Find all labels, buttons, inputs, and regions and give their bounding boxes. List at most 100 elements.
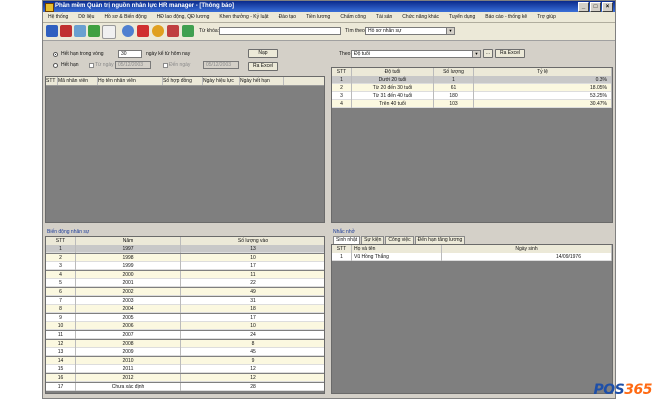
within-days-radio[interactable] — [53, 52, 58, 57]
table-row[interactable]: 4 2000 11 — [46, 270, 324, 279]
table-cell: 2004 — [76, 305, 181, 314]
menu-item-du-lieu[interactable]: Dữ liệu — [73, 14, 99, 20]
table-cell: 2001 — [76, 279, 181, 288]
days-input[interactable]: 30 — [118, 50, 142, 58]
expired-radio[interactable] — [53, 63, 58, 68]
table-cell: 11 — [181, 271, 324, 279]
table-row[interactable]: 17 Chưa xác định 28 — [46, 382, 324, 391]
menu-item-khen-thuong[interactable]: Khen thưởng - Kỷ luật — [214, 14, 273, 20]
table-cell: 12 — [181, 365, 324, 373]
table-row[interactable]: 8 2004 18 — [46, 305, 324, 314]
minimize-button[interactable]: _ — [578, 2, 589, 12]
menu-item-tai-san[interactable]: Tài sản — [371, 14, 397, 20]
table-cell: 8 — [181, 340, 324, 348]
menu-item-bao-cao[interactable]: Báo cáo - thống kê — [480, 14, 532, 20]
table-row[interactable]: 5 2001 22 — [46, 279, 324, 288]
movement-caption: Biến động nhân sự — [47, 229, 90, 235]
menu-item-he-thong[interactable]: Hệ thống — [43, 14, 73, 20]
from-date-label: Từ ngày — [95, 62, 114, 68]
table-row[interactable]: 9 2005 17 — [46, 313, 324, 322]
table-row[interactable]: 14 2010 9 — [46, 356, 324, 365]
more-button[interactable]: ... — [483, 49, 493, 58]
column-header: Độ tuổi — [352, 68, 434, 76]
menu-item-tro-giup[interactable]: Trợ giúp — [532, 14, 561, 20]
table-cell: 14 — [46, 356, 76, 365]
table-cell: 11 — [46, 331, 76, 339]
table-row[interactable]: 11 2007 24 — [46, 331, 324, 339]
from-date-checkbox[interactable] — [89, 63, 94, 68]
menu-item-chuc-nang-khac[interactable]: Chức năng khác — [397, 14, 444, 20]
expired-label: Hết hạn — [61, 62, 79, 68]
tab-events[interactable]: Sự kiện — [361, 236, 385, 244]
table-cell: 22 — [181, 279, 324, 287]
load-button[interactable]: Nạp — [248, 49, 278, 58]
menu-item-ho-so[interactable]: Hồ sơ & Biến động — [99, 14, 151, 20]
tab-tasks[interactable]: Công việc — [385, 236, 414, 244]
table-row[interactable]: 1 Vũ Hồng Thắng 14/09/1976 — [332, 253, 612, 261]
app-window: Phần mềm Quản trị nguồn nhân lực HR mana… — [42, 0, 616, 399]
book-icon[interactable] — [60, 25, 72, 37]
table-cell: 10 — [46, 322, 76, 331]
search-by-select[interactable]: Hồ sơ nhân sự ▼ — [365, 27, 455, 35]
column-header: Họ và tên — [352, 245, 442, 253]
window-title: Phần mềm Quản trị nguồn nhân lực HR mana… — [55, 3, 235, 9]
menu-item-tien-luong[interactable]: Tiền lương — [301, 14, 335, 20]
contract-icon[interactable] — [88, 25, 100, 37]
globe-icon[interactable] — [122, 25, 134, 37]
table-row[interactable]: 15 2011 12 — [46, 365, 324, 374]
column-header: STT — [332, 245, 352, 253]
document-icon[interactable] — [74, 25, 86, 37]
reminder-grid[interactable]: STT Họ và tên Ngày sinh 1 Vũ Hồng Thắng … — [331, 244, 613, 394]
table-row[interactable]: 2 1998 10 — [46, 253, 324, 262]
table-row[interactable]: 3 1999 17 — [46, 262, 324, 271]
staff-icon[interactable] — [46, 25, 58, 37]
maximize-button[interactable]: □ — [590, 2, 601, 12]
table-row[interactable]: 6 2002 49 — [46, 288, 324, 296]
menu-item-hop-dong[interactable]: HĐ lao động, QĐ lương — [152, 14, 215, 20]
calendar-icon[interactable] — [137, 25, 149, 37]
age-export-button[interactable]: Ra Excel — [495, 49, 525, 58]
table-cell: 24 — [181, 331, 324, 339]
table-row[interactable]: 10 2006 10 — [46, 322, 324, 331]
age-by-label: Theo — [339, 51, 351, 57]
table-row[interactable]: 16 2012 12 — [46, 374, 324, 382]
table-row[interactable]: 12 2008 8 — [46, 339, 324, 348]
table-cell: 17 — [46, 382, 76, 391]
table-cell: 12 — [46, 339, 76, 348]
blank-page-icon[interactable] — [102, 25, 116, 39]
menu-item-dao-tao[interactable]: Đào tạo — [274, 14, 302, 20]
table-row[interactable]: 3 Từ 31 đến 40 tuổi 180 53.25% — [332, 92, 612, 100]
table-row[interactable]: 2 Từ 20 đến 30 tuổi 61 18.05% — [332, 84, 612, 92]
table-row[interactable]: 13 2009 45 — [46, 348, 324, 357]
table-cell: 45 — [181, 348, 324, 356]
from-date-input[interactable]: 05/12/2003 — [115, 61, 151, 69]
days-suffix-label: ngày kể từ hôm nay — [146, 51, 191, 57]
table-cell: 2007 — [76, 331, 181, 339]
table-row[interactable]: 7 2003 31 — [46, 296, 324, 305]
column-header: Ngày sinh — [442, 245, 612, 253]
column-header: Ngày hiệu lực — [203, 77, 240, 85]
to-date-input[interactable]: 05/12/2003 — [203, 61, 239, 69]
people-icon[interactable] — [182, 25, 194, 37]
close-button[interactable]: × — [602, 2, 613, 12]
toolbar: Từ khóa: Tìm theo Hồ sơ nhân sự ▼ — [43, 23, 615, 41]
menu-item-tuyen-dung[interactable]: Tuyển dụng — [444, 14, 480, 20]
table-row[interactable]: 1 Dưới 20 tuổi 1 0.3% — [332, 76, 612, 84]
age-grid[interactable]: STT Độ tuổi Số lượng Tỷ lệ 1 Dưới 20 tuổi… — [331, 67, 613, 223]
table-cell: 2003 — [76, 296, 181, 305]
tab-birthday[interactable]: Sinh nhật — [333, 236, 361, 244]
keyword-input[interactable] — [219, 27, 341, 35]
tab-salary-raise[interactable]: Đến hạn tăng lương — [414, 236, 466, 244]
age-by-select[interactable]: Độ tuổi ▼ — [351, 50, 481, 58]
table-cell: 3 — [46, 262, 76, 271]
money-icon[interactable] — [167, 25, 179, 37]
table-row[interactable]: 1 1997 13 — [46, 245, 324, 253]
table-row[interactable]: 4 Trên 40 tuổi 103 30.47% — [332, 100, 612, 108]
award-icon[interactable] — [152, 25, 164, 37]
contract-export-button[interactable]: Ra Excel — [248, 62, 278, 71]
menu-item-cham-cong[interactable]: Chấm công — [335, 14, 371, 20]
to-date-checkbox[interactable] — [163, 63, 168, 68]
contract-grid[interactable]: STT Mã nhân viên Họ tên nhân viên Số hợp… — [45, 76, 325, 223]
movement-grid[interactable]: STT Năm Số lượng vào 1 1997 13 2 1998 10 3 1999… — [45, 236, 325, 394]
table-cell: 1997 — [76, 245, 181, 253]
